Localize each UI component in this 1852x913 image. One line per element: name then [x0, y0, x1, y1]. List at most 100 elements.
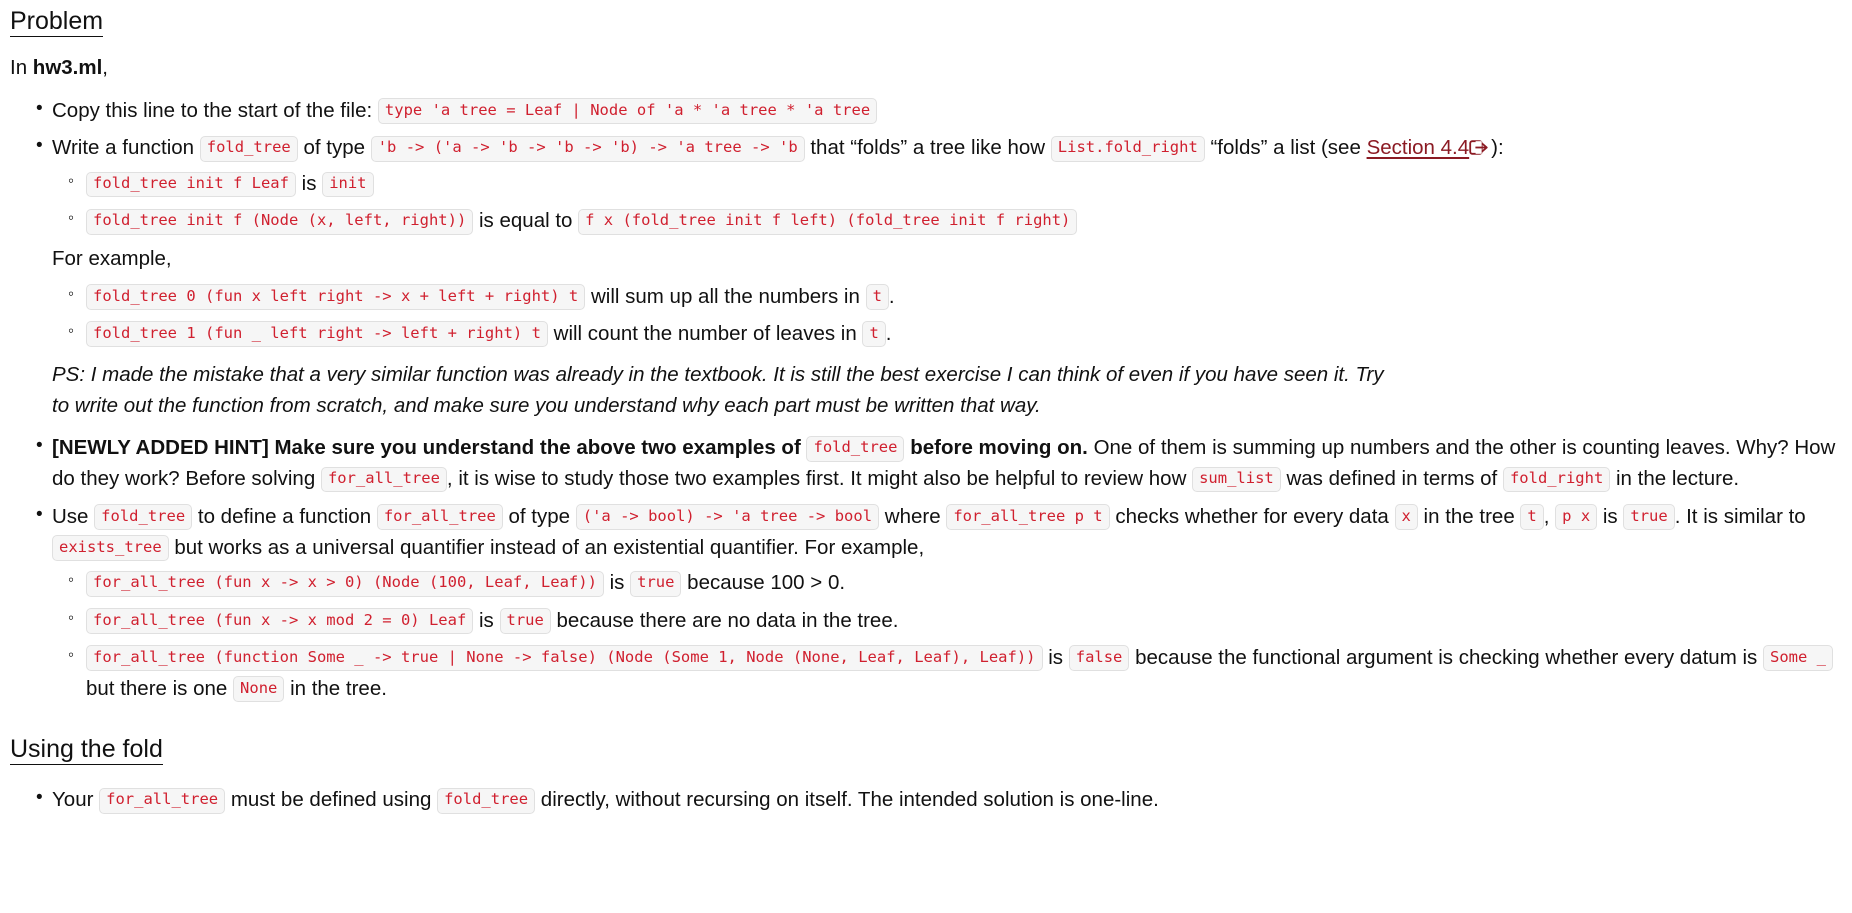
code-t-sum: t: [865, 284, 889, 311]
code-t-count: t: [862, 321, 886, 348]
fold-rule-leaf-mid: is: [301, 172, 317, 196]
list-item-use-fold-tree: Use fold_tree to define a function for_a…: [36, 501, 1842, 704]
code-none: None: [233, 676, 285, 703]
hint-text-2: , it is wise to study those two examples…: [446, 467, 1187, 491]
for-all-example-3-tail-b: but there is one: [86, 676, 228, 700]
write-fn-text-4: “folds” a list (see: [1210, 136, 1361, 160]
list-item-one-line-solution: Your for_all_tree must be defined using …: [36, 784, 1842, 816]
page-title: Problem: [10, 0, 1842, 37]
use-text-6: in the tree: [1423, 504, 1515, 528]
using-the-fold-heading: Using the fold: [10, 728, 1842, 765]
code-for-all-example-2: for_all_tree (fun x -> x mod 2 = 0) Leaf: [86, 608, 474, 634]
using-fold-text-1: Your: [52, 788, 94, 812]
hint-text-4: in the lecture.: [1615, 467, 1740, 491]
code-fold-tree-node-expansion: f x (fold_tree init f left) (fold_tree i…: [578, 208, 1078, 235]
use-text-7: ,: [1543, 504, 1550, 528]
hint-bold-tail: before moving on.: [910, 436, 1088, 460]
use-text-9: . It is similar to: [1674, 504, 1806, 528]
list-item-for-all-example-3: for_all_tree (function Some _ -> true | …: [68, 642, 1842, 704]
ps-note: PS: I made the mistake that a very simil…: [52, 363, 1384, 418]
code-for-all-tree-hint: for_all_tree: [320, 466, 447, 493]
using-the-fold-bullet-list: Your for_all_tree must be defined using …: [10, 784, 1842, 816]
write-fn-text-1: Write a function: [52, 136, 195, 160]
fold-tree-rules-list: fold_tree init f Leaf is init fold_tree …: [52, 168, 1842, 236]
code-for-all-tree-using: for_all_tree: [99, 787, 226, 814]
code-fold-tree-leaf: fold_tree init f Leaf: [86, 171, 296, 198]
hint-bold-lead: [NEWLY ADDED HINT] Make sure you underst…: [52, 436, 801, 460]
code-for-all-tree-use: for_all_tree: [376, 504, 503, 531]
using-the-fold-heading-text: Using the fold: [10, 734, 163, 765]
code-exists-tree: exists_tree: [52, 535, 169, 561]
intro-suffix: ,: [102, 56, 108, 80]
intro-filename: hw3.ml: [32, 56, 103, 80]
copy-line-text: Copy this line to the start of the file:: [52, 98, 373, 122]
using-fold-text-3: directly, without recursing on itself. T…: [540, 788, 1159, 812]
code-true-example-1: true: [630, 570, 682, 597]
fold-tree-examples-list: fold_tree 0 (fun x left right -> x + lef…: [10, 281, 1842, 349]
code-x: x: [1394, 504, 1418, 531]
for-all-example-1-mid: is: [609, 571, 625, 595]
code-fold-tree-count: fold_tree 1 (fun _ left right -> left + …: [86, 321, 548, 348]
hint-text-3: was defined in terms of: [1286, 467, 1498, 491]
code-for-all-example-3: for_all_tree (function Some _ -> true | …: [86, 645, 1043, 671]
write-fn-text-3: that “folds” a tree like how: [810, 136, 1046, 160]
code-for-all-tree-call: for_all_tree p t: [946, 504, 1110, 531]
external-link-icon[interactable]: [1469, 139, 1490, 157]
fold-example-count-text: will count the number of leaves in: [553, 321, 857, 345]
code-list-fold-right: List.fold_right: [1050, 135, 1205, 162]
document-body: Problem In hw3.ml, Copy this line to the…: [0, 0, 1852, 833]
code-false-example-3: false: [1068, 645, 1130, 671]
using-fold-text-2: must be defined using: [230, 788, 432, 812]
code-init: init: [322, 171, 374, 198]
code-fold-tree-type: 'b -> ('a -> 'b -> 'b -> 'b) -> 'a tree …: [370, 135, 805, 162]
list-item-for-all-example-2: for_all_tree (fun x -> x mod 2 = 0) Leaf…: [68, 605, 1842, 636]
for-example-label: For example,: [52, 247, 172, 271]
use-text-3: of type: [508, 504, 571, 528]
page-title-text: Problem: [10, 7, 104, 37]
code-fold-right: fold_right: [1502, 466, 1611, 493]
for-all-example-3-tail-c: in the tree.: [290, 676, 387, 700]
for-all-example-3-tail-a: because the functional argument is check…: [1135, 645, 1758, 669]
problem-bullet-list: Copy this line to the start of the file:…: [10, 95, 1842, 237]
code-true-example-2: true: [499, 608, 551, 634]
for-all-example-2-mid: is: [478, 608, 494, 632]
list-item-for-all-example-1: for_all_tree (fun x -> x > 0) (Node (100…: [68, 567, 1842, 598]
for-all-example-3-mid: is: [1048, 645, 1064, 669]
code-fold-tree-using: fold_tree: [437, 787, 536, 814]
code-fold-tree-node: fold_tree init f (Node (x, left, right)): [86, 208, 474, 235]
list-item-copy-line: Copy this line to the start of the file:…: [36, 95, 1842, 127]
code-fold-tree: fold_tree: [199, 135, 298, 162]
list-item-newly-added-hint: [NEWLY ADDED HINT] Make sure you underst…: [36, 432, 1842, 495]
use-text-1: Use: [52, 504, 89, 528]
code-for-all-tree-type: ('a -> bool) -> 'a tree -> bool: [575, 504, 880, 531]
code-t: t: [1520, 504, 1544, 531]
use-text-4: where: [884, 504, 941, 528]
intro-prefix: In: [10, 56, 33, 80]
code-fold-tree-sum: fold_tree 0 (fun x left right -> x + lef…: [86, 284, 586, 311]
fold-example-count-tail: .: [885, 321, 892, 345]
code-fold-tree-use: fold_tree: [94, 504, 193, 531]
code-some-underscore: Some _: [1763, 645, 1833, 671]
code-fold-tree-hint: fold_tree: [806, 435, 905, 462]
code-true-use: true: [1623, 504, 1675, 531]
list-item-fold-example-count: fold_tree 1 (fun _ left right -> left + …: [68, 318, 1842, 349]
list-item-fold-rule-leaf: fold_tree init f Leaf is init: [68, 168, 1842, 199]
code-for-all-example-1: for_all_tree (fun x -> x > 0) (Node (100…: [86, 570, 604, 597]
fold-example-sum-tail: .: [888, 284, 895, 308]
use-text-5: checks whether for every data: [1115, 504, 1389, 528]
hint-bullet-list: [NEWLY ADDED HINT] Make sure you underst…: [10, 432, 1842, 704]
section-4-4-link[interactable]: Section 4.4: [1367, 136, 1470, 159]
use-text-8: is: [1602, 504, 1618, 528]
intro-paragraph: In hw3.ml,: [10, 53, 1842, 83]
list-item-fold-rule-node: fold_tree init f (Node (x, left, right))…: [68, 205, 1842, 236]
for-all-tree-examples-list: for_all_tree (fun x -> x > 0) (Node (100…: [52, 567, 1842, 704]
for-all-example-2-tail: because there are no data in the tree.: [556, 608, 899, 632]
write-fn-text-2: of type: [303, 136, 366, 160]
list-item-fold-example-sum: fold_tree 0 (fun x left right -> x + lef…: [68, 281, 1842, 312]
list-item-write-fold-tree: Write a function fold_tree of type 'b ->…: [36, 132, 1842, 236]
write-fn-text-5: ):: [1491, 136, 1504, 160]
for-all-example-1-tail: because 100 > 0.: [687, 571, 846, 595]
use-text-2: to define a function: [197, 504, 372, 528]
fold-example-sum-text: will sum up all the numbers in: [590, 284, 860, 308]
fold-rule-node-mid: is equal to: [478, 209, 573, 233]
